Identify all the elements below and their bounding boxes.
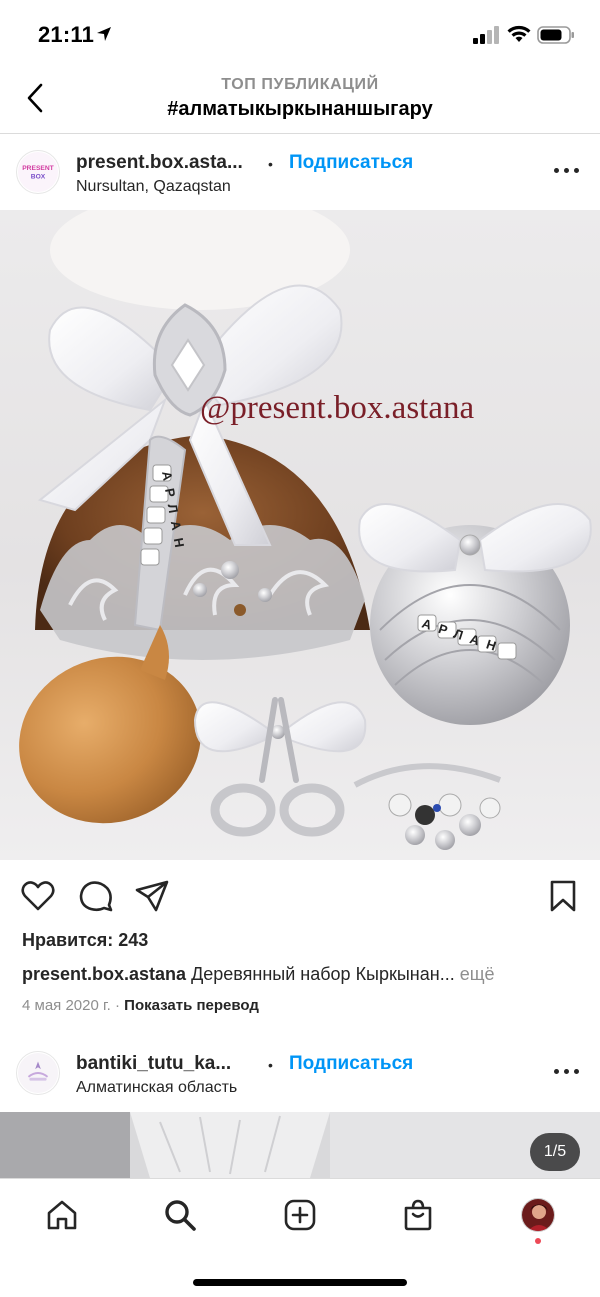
comment-bubble-icon[interactable] [78, 878, 114, 914]
more-options-button[interactable] [552, 162, 582, 178]
nav-header: ТОП ПУБЛИКАЦИЙ #алматыкыркынаншыгару [0, 68, 600, 134]
separator-dot: • [268, 1057, 273, 1073]
post-username[interactable]: bantiki_tutu_ka... [76, 1053, 231, 1075]
bantiki-logo [17, 1052, 59, 1094]
post-image[interactable]: АРЛАН АРЛАН @present.box.astana [0, 210, 600, 860]
post-meta: 4 мая 2020 г. · Показать перевод [22, 997, 259, 1014]
image-watermark: @present.box.astana [200, 390, 475, 426]
separator-dot: · [114, 997, 125, 1014]
avatar[interactable] [16, 1051, 60, 1095]
avatar[interactable]: PRESENT BOX [16, 150, 60, 194]
post-image[interactable] [0, 1112, 600, 1178]
tab-shop[interactable] [400, 1197, 436, 1233]
notification-dot [535, 1238, 541, 1244]
page-title: #алматыкыркынаншыгару [167, 98, 433, 120]
profile-avatar [521, 1198, 555, 1232]
caption-text: Деревянный набор Кыркынан... [191, 964, 455, 984]
present-box-logo: PRESENT BOX [17, 151, 59, 193]
status-time: 21:11 [38, 22, 95, 47]
bottom-tab-bar [0, 1178, 600, 1258]
follow-button[interactable]: Подписаться [289, 152, 413, 174]
battery-icon [537, 26, 574, 44]
svg-text:BOX: BOX [31, 174, 46, 181]
post-location[interactable]: Nursultan, Qazaqstan [76, 178, 231, 196]
search-icon [165, 1200, 196, 1231]
cellular-signal-icon [473, 26, 499, 44]
post-actions [0, 862, 600, 926]
tab-profile[interactable] [520, 1197, 556, 1233]
post-date: 4 мая 2020 г. [22, 997, 111, 1014]
follow-button[interactable]: Подписаться [289, 1053, 413, 1075]
location-arrow-icon [97, 27, 111, 41]
caption-more-link[interactable]: ещё [460, 964, 495, 984]
image-counter-badge: 1/5 [530, 1133, 580, 1171]
heart-icon[interactable] [20, 878, 56, 914]
plus-square-icon [284, 1199, 316, 1231]
post-location[interactable]: Алматинская область [76, 1079, 237, 1097]
svg-text:PRESENT: PRESENT [22, 165, 54, 172]
home-indicator [193, 1279, 407, 1286]
caption-username[interactable]: present.box.astana [22, 964, 186, 984]
separator-dot: • [268, 156, 273, 172]
bookmark-icon[interactable] [545, 878, 581, 914]
status-bar: 21:11 [0, 0, 600, 68]
product-photo: АРЛАН АРЛАН [0, 210, 600, 860]
more-options-button[interactable] [552, 1063, 582, 1079]
post-username[interactable]: present.box.asta... [76, 152, 243, 174]
page-subtitle: ТОП ПУБЛИКАЦИЙ [221, 76, 379, 93]
tab-create[interactable] [282, 1197, 318, 1233]
home-icon [47, 1200, 77, 1230]
tab-home[interactable] [44, 1197, 80, 1233]
post-caption: present.box.astana Деревянный набор Кырк… [22, 964, 582, 985]
tab-search[interactable] [162, 1197, 198, 1233]
wifi-icon [507, 25, 531, 42]
like-count[interactable]: Нравится: 243 [22, 930, 148, 951]
show-translation-button[interactable]: Показать перевод [124, 997, 259, 1014]
post-header: bantiki_tutu_ka... • Подписаться Алматин… [0, 1035, 600, 1111]
shopping-bag-icon [404, 1199, 432, 1231]
cellophane-photo [0, 1112, 600, 1178]
paper-plane-icon[interactable] [134, 878, 170, 914]
post-header: PRESENT BOX present.box.asta... • Подпис… [0, 134, 600, 210]
